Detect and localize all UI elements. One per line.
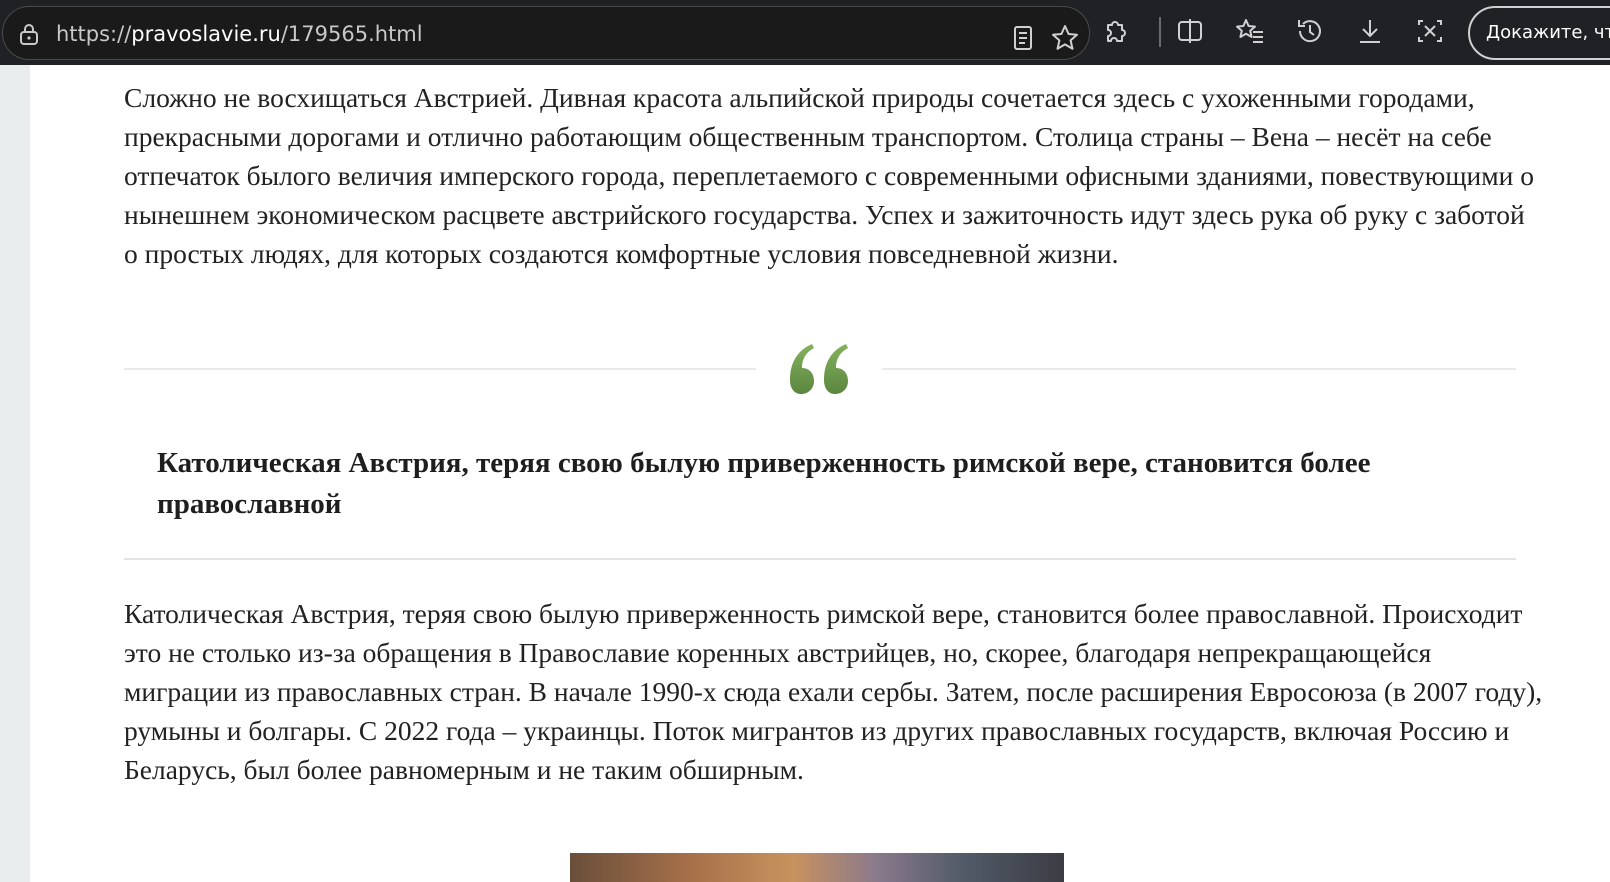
url-scheme: https://: [56, 22, 132, 46]
favorites-icon[interactable]: [1234, 15, 1266, 47]
extensions-icon[interactable]: [1100, 15, 1132, 47]
history-icon[interactable]: [1294, 15, 1326, 47]
quote-divider-right: [882, 368, 1516, 370]
url-path: /179565.html: [280, 22, 423, 46]
article-image: [570, 853, 1064, 882]
url-text[interactable]: https://pravoslavie.ru/179565.html: [56, 21, 423, 47]
reader-view-icon[interactable]: [1007, 22, 1039, 54]
toolbar-separator: [1159, 17, 1161, 47]
captcha-button[interactable]: Докажите, что: [1468, 6, 1610, 60]
quote-mark-icon: [786, 340, 852, 396]
pull-quote: Католическая Австрия, теряя свою былую п…: [157, 447, 1371, 520]
favorite-star-icon[interactable]: [1049, 22, 1081, 54]
left-gutter: [0, 65, 30, 882]
article-paragraph: Католическая Австрия, теряя свою былую п…: [124, 598, 1543, 785]
pull-quote-bottom-divider: [124, 558, 1516, 560]
url-host: pravoslavie.ru: [131, 22, 281, 46]
browser-toolbar: https://pravoslavie.ru/179565.html Докаж…: [0, 0, 1610, 65]
screenshot-icon[interactable]: [1414, 15, 1446, 47]
quote-divider-left: [124, 368, 756, 370]
downloads-icon[interactable]: [1354, 15, 1386, 47]
address-bar[interactable]: https://pravoslavie.ru/179565.html: [2, 6, 1090, 60]
article-paragraph: Сложно не восхищаться Австрией. Дивная к…: [124, 82, 1534, 269]
lock-icon[interactable]: [19, 23, 39, 45]
split-screen-icon[interactable]: [1174, 15, 1206, 47]
